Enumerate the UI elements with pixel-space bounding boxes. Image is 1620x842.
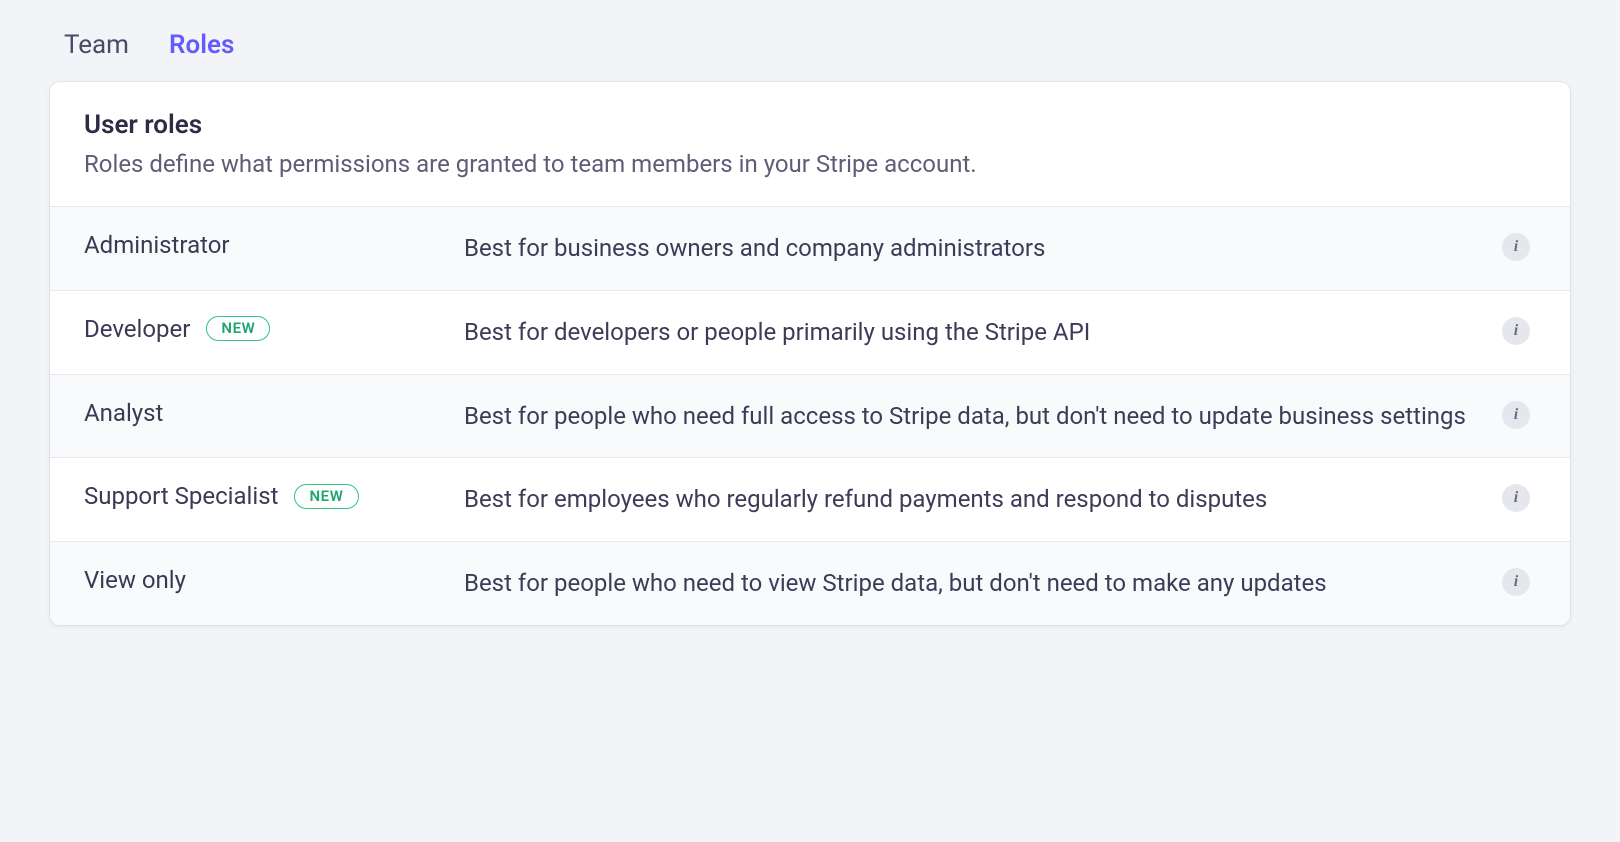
role-description: Best for people who need full access to … — [464, 399, 1496, 434]
role-row-support-specialist: Support Specialist NEW Best for employee… — [50, 458, 1570, 542]
tab-roles[interactable]: Roles — [169, 30, 234, 60]
info-icon[interactable]: i — [1502, 317, 1530, 345]
role-name: View only — [84, 566, 186, 594]
role-name-col: Support Specialist NEW — [84, 482, 464, 510]
role-name-col: Developer NEW — [84, 315, 464, 343]
role-description: Best for employees who regularly refund … — [464, 482, 1496, 517]
tab-bar: Team Roles — [50, 20, 1570, 82]
role-row-view-only: View only Best for people who need to vi… — [50, 542, 1570, 625]
role-name: Administrator — [84, 231, 230, 259]
info-icon[interactable]: i — [1502, 233, 1530, 261]
role-name: Support Specialist — [84, 482, 278, 510]
role-name: Developer — [84, 315, 190, 343]
info-col: i — [1496, 482, 1536, 512]
new-badge: NEW — [294, 484, 358, 509]
role-row-developer: Developer NEW Best for developers or peo… — [50, 291, 1570, 375]
info-col: i — [1496, 566, 1536, 596]
info-icon[interactable]: i — [1502, 484, 1530, 512]
new-badge: NEW — [206, 316, 270, 341]
role-description: Best for developers or people primarily … — [464, 315, 1496, 350]
role-name-col: Administrator — [84, 231, 464, 259]
role-name: Analyst — [84, 399, 163, 427]
info-col: i — [1496, 231, 1536, 261]
info-col: i — [1496, 315, 1536, 345]
card-title: User roles — [84, 110, 1536, 140]
role-description: Best for people who need to view Stripe … — [464, 566, 1496, 601]
info-icon[interactable]: i — [1502, 401, 1530, 429]
tab-team[interactable]: Team — [64, 30, 129, 60]
role-name-col: View only — [84, 566, 464, 594]
role-name-col: Analyst — [84, 399, 464, 427]
role-row-administrator: Administrator Best for business owners a… — [50, 207, 1570, 291]
info-col: i — [1496, 399, 1536, 429]
card-subtitle: Roles define what permissions are grante… — [84, 150, 1536, 178]
roles-card: User roles Roles define what permissions… — [50, 82, 1570, 625]
role-row-analyst: Analyst Best for people who need full ac… — [50, 375, 1570, 459]
info-icon[interactable]: i — [1502, 568, 1530, 596]
card-header: User roles Roles define what permissions… — [50, 82, 1570, 207]
role-description: Best for business owners and company adm… — [464, 231, 1496, 266]
